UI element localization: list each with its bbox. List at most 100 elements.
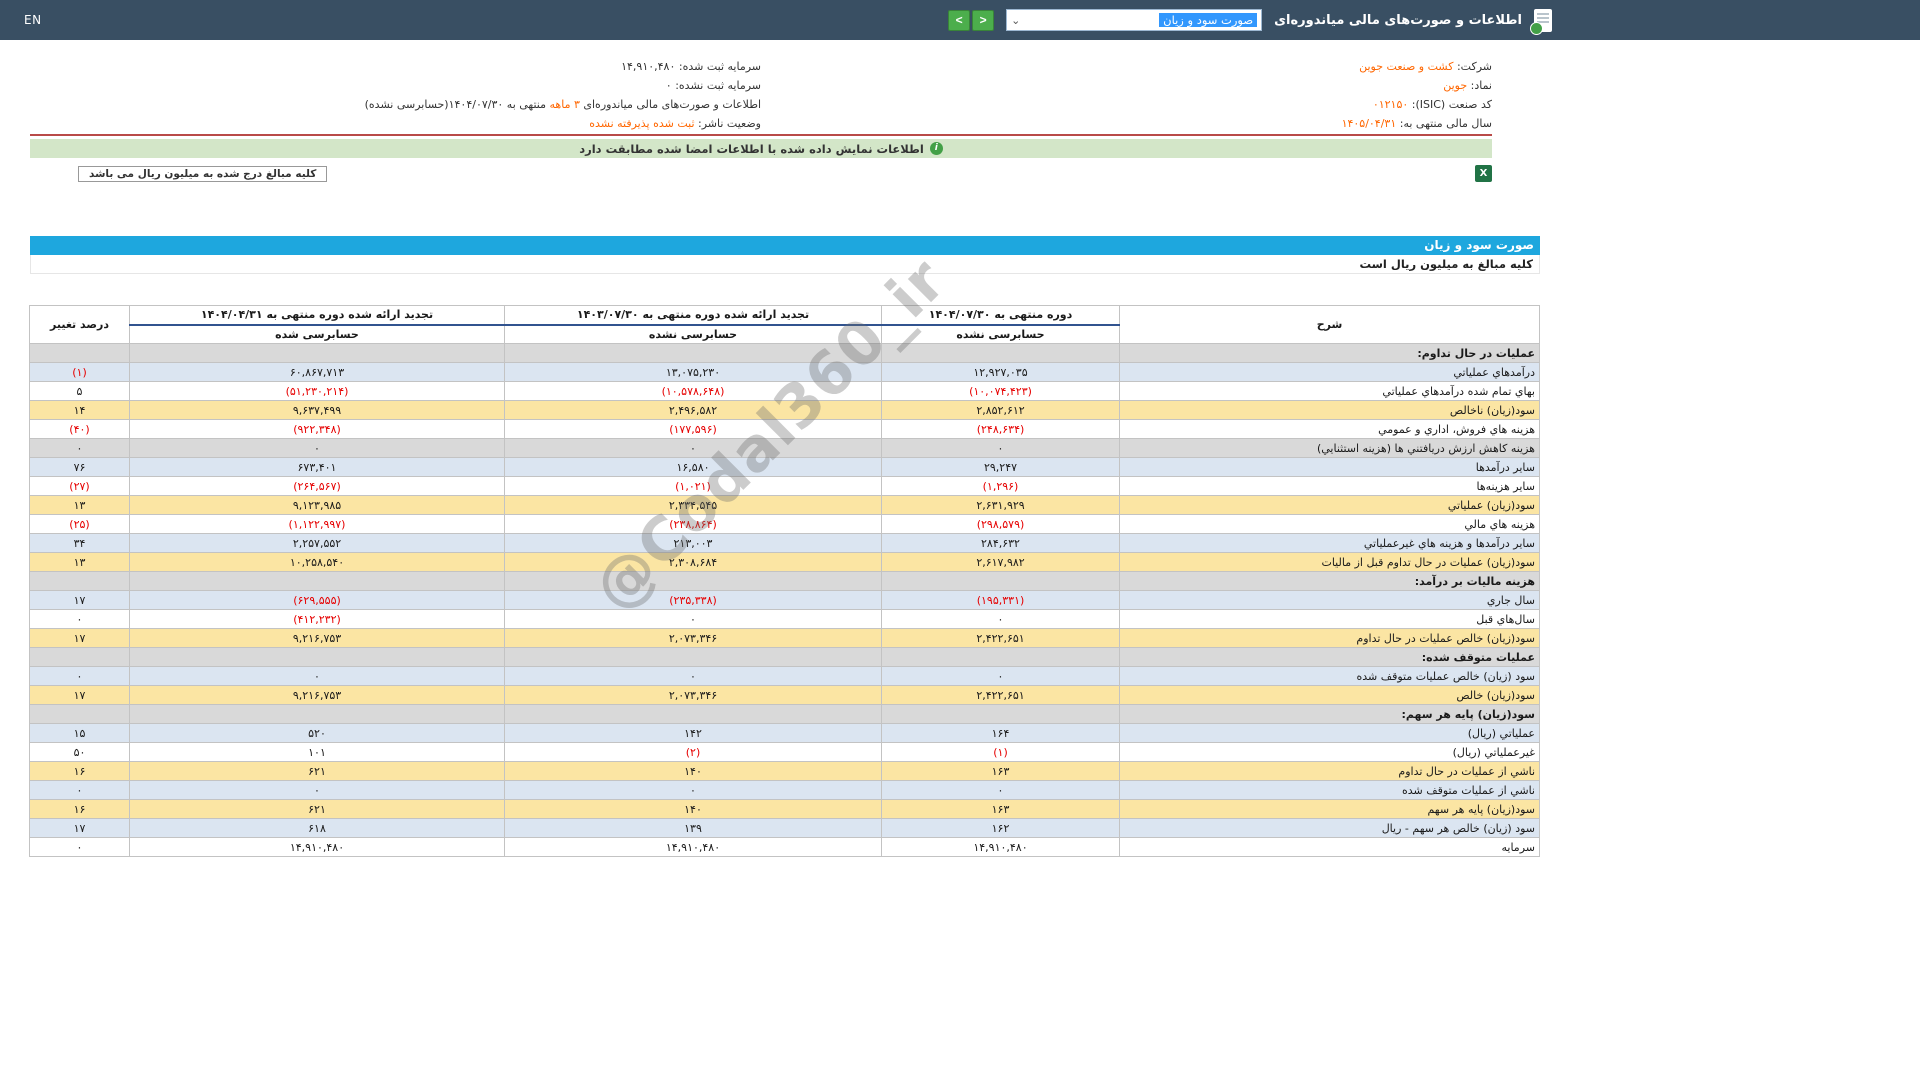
row-label: سود(زيان) عمليات در حال تداوم قبل از مال…: [1119, 552, 1540, 572]
company-info-cell-left: اطلاعات و صورت‌های مالی میاندوره‌ای ۳ ما…: [364, 98, 761, 111]
company-info-row: شرکت: کشت و صنعت جوین سرمایه ثبت شده: ۱۴,…: [30, 57, 1492, 76]
value-current-period: ۲,۶۳۱,۹۲۹: [881, 495, 1120, 515]
company-info-cell-right: کد صنعت (ISIC): ۰۱۲۱۵۰: [1372, 98, 1492, 111]
value-year-end: ۶۰,۸۶۷,۷۱۳: [129, 362, 505, 382]
value-current-period: ۰: [881, 609, 1120, 629]
prev-period-button[interactable]: >: [972, 9, 995, 31]
statement-row: سود(زيان) پايه هر سهم:: [29, 704, 1540, 724]
row-label: عملياتي (ريال): [1119, 723, 1540, 743]
value-prior-period: ۰: [504, 609, 882, 629]
language-toggle[interactable]: EN: [24, 13, 42, 27]
value-year-end: ۱۴,۹۱۰,۴۸۰: [129, 837, 505, 857]
value-year-end: (۶۲۹,۵۵۵): [129, 590, 505, 610]
statement-table-header: شرح دوره منتهی به ۱۴۰۴/۰۷/۳۰ تجدید ارائه…: [29, 305, 1540, 344]
excel-export-icon[interactable]: X: [1475, 165, 1492, 182]
statement-row: سود(زيان) ناخالص ۲,۸۵۲,۶۱۲ ۲,۴۹۶,۵۸۲ ۹,۶۳۷,…: [29, 400, 1540, 420]
value-year-end: ۰: [129, 780, 505, 800]
value-prior-period: ۰: [504, 780, 882, 800]
row-label: ساير درآمدها و هزينه هاي غيرعملياتي: [1119, 533, 1540, 553]
col-header-current-period: دوره منتهی به ۱۴۰۴/۰۷/۳۰: [881, 305, 1120, 326]
col-subheader-audit-prior: حسابرسی نشده: [504, 324, 882, 344]
value-current-period: (۲۴۸,۶۳۴): [881, 419, 1120, 439]
row-label: سال جاري: [1119, 590, 1540, 610]
statement-row: سرمايه ۱۴,۹۱۰,۴۸۰ ۱۴,۹۱۰,۴۸۰ ۱۴,۹۱۰,۴۸۰ ۰: [29, 837, 1540, 857]
value-year-end: ۶۷۳,۴۰۱: [129, 457, 505, 477]
page-title: اطلاعات و صورت‌های مالی میاندوره‌ای: [1274, 12, 1522, 28]
value-current-period: (۱,۲۹۶): [881, 476, 1120, 496]
statement-row: سود(زيان) عملياتي ۲,۶۳۱,۹۲۹ ۲,۳۳۴,۵۴۵ ۹,۱۲۳…: [29, 495, 1540, 515]
value-prior-period: ۱۴۰: [504, 799, 882, 819]
value-prior-period: ۲,۴۹۶,۵۸۲: [504, 400, 882, 420]
value-current-period: ۱۶۳: [881, 761, 1120, 781]
topbar: اطلاعات و صورت‌های مالی میاندوره‌ای صورت…: [0, 0, 1920, 40]
row-label: عمليات متوقف شده:: [1119, 647, 1540, 667]
company-info-cell-left: وضعیت ناشر: ثبت شده پذیرفته نشده: [589, 117, 761, 130]
statement-row: عملیات در حال تداوم:: [29, 343, 1540, 363]
value-prior-period: (۱۷۷,۵۹۶): [504, 419, 882, 439]
value-year-end: ۵۲۰: [129, 723, 505, 743]
col-header-prior-period: تجدید ارائه شده دوره منتهی به ۱۴۰۳/۰۷/۳۰: [504, 305, 882, 326]
row-label: ساير هزينه‌ها: [1119, 476, 1540, 496]
value-current-period: (۱): [881, 742, 1120, 762]
row-label: ناشي از عمليات در حال تداوم: [1119, 761, 1540, 781]
value-change-percent: (۲۵): [29, 514, 130, 534]
value-current-period: ۰: [881, 666, 1120, 686]
row-label: ناشي از عمليات متوقف شده: [1119, 780, 1540, 800]
value-current-period: ۲,۶۱۷,۹۸۲: [881, 552, 1120, 572]
value-prior-period: ۰: [504, 666, 882, 686]
tools-row: X کلیه مبالغ درج شده به میلیون ریال می ب…: [30, 165, 1540, 185]
row-label: ساير درآمدها: [1119, 457, 1540, 477]
statement-row: سال‌هاي قبل ۰ ۰ (۴۱۲,۲۳۲) ۰: [29, 609, 1540, 629]
value-current-period: ۲,۴۲۲,۶۵۱: [881, 685, 1120, 705]
col-header-change-percent: درصد تغییر: [29, 305, 130, 344]
value-current-period: [881, 704, 1120, 724]
statement-row: ناشي از عمليات در حال تداوم ۱۶۳ ۱۴۰ ۶۲۱ ۱۶: [29, 761, 1540, 781]
value-change-percent: ۱۵: [29, 723, 130, 743]
value-change-percent: [29, 571, 130, 591]
value-year-end: [129, 571, 505, 591]
value-change-percent: ۵: [29, 381, 130, 401]
value-year-end: ۰: [129, 666, 505, 686]
row-label: سود(زيان) عملياتي: [1119, 495, 1540, 515]
value-change-percent: ۰: [29, 666, 130, 686]
report-type-select[interactable]: صورت سود و زیان ⌄: [1006, 9, 1263, 31]
statement-row: درآمدهاي عملياتي ۱۲,۹۲۷,۰۳۵ ۱۳,۰۷۵,۲۳۰ ۶۰,۸…: [29, 362, 1540, 382]
statement-row: هزينه کاهش ارزش دريافتني ها (هزينه استثن…: [29, 438, 1540, 458]
value-prior-period: (۲): [504, 742, 882, 762]
value-change-percent: ۵۰: [29, 742, 130, 762]
value-prior-period: [504, 704, 882, 724]
report-type-selected-value: صورت سود و زیان: [1159, 13, 1258, 27]
value-prior-period: (۲۳۵,۳۳۸): [504, 590, 882, 610]
statement-row: ساير درآمدها ۲۹,۲۴۷ ۱۶,۵۸۰ ۶۷۳,۴۰۱ ۷۶: [29, 457, 1540, 477]
value-current-period: (۱۰,۰۷۴,۴۲۳): [881, 381, 1120, 401]
value-prior-period: ۱۳۹: [504, 818, 882, 838]
value-year-end: (۴۱۲,۲۳۲): [129, 609, 505, 629]
value-prior-period: [504, 571, 882, 591]
value-year-end: (۱,۱۲۲,۹۹۷): [129, 514, 505, 534]
value-change-percent: (۴۰): [29, 419, 130, 439]
value-change-percent: ۱۷: [29, 818, 130, 838]
company-info-cell-right: نماد: جوین: [1443, 79, 1492, 92]
row-label: عملیات در حال تداوم:: [1119, 343, 1540, 363]
page-container: شرکت: کشت و صنعت جوین سرمایه ثبت شده: ۱۴,…: [29, 57, 1540, 857]
value-change-percent: ۰: [29, 780, 130, 800]
value-year-end: ۶۲۱: [129, 761, 505, 781]
col-subheader-audit-current: حسابرسی نشده: [881, 324, 1120, 344]
red-divider-line: [30, 134, 1492, 136]
value-year-end: (۵۱,۲۳۰,۲۱۴): [129, 381, 505, 401]
value-change-percent: ۷۶: [29, 457, 130, 477]
company-info-row: کد صنعت (ISIC): ۰۱۲۱۵۰ اطلاعات و صورت‌های…: [30, 95, 1492, 114]
value-current-period: ۱۴,۹۱۰,۴۸۰: [881, 837, 1120, 857]
value-prior-period: ۱۴۲: [504, 723, 882, 743]
next-period-button[interactable]: <: [948, 9, 971, 31]
company-info-cell-right: سال مالی منتهی به: ۱۴۰۵/۰۴/۳۱: [1341, 117, 1492, 130]
value-change-percent: [29, 704, 130, 724]
statement-row: ناشي از عمليات متوقف شده ۰ ۰ ۰ ۰: [29, 780, 1540, 800]
value-year-end: ۶۲۱: [129, 799, 505, 819]
row-label: سود(زيان) ناخالص: [1119, 400, 1540, 420]
company-info-row: نماد: جوین سرمایه ثبت نشده: ۰: [30, 76, 1492, 95]
statement-row: سال جاري (۱۹۵,۳۳۱) (۲۳۵,۳۳۸) (۶۲۹,۵۵۵) ۱۷: [29, 590, 1540, 610]
value-prior-period: ۱۴۰: [504, 761, 882, 781]
row-label: درآمدهاي عملياتي: [1119, 362, 1540, 382]
statement-row: سود(زيان) خالص عمليات در حال تداوم ۲,۴۲۲,…: [29, 628, 1540, 648]
